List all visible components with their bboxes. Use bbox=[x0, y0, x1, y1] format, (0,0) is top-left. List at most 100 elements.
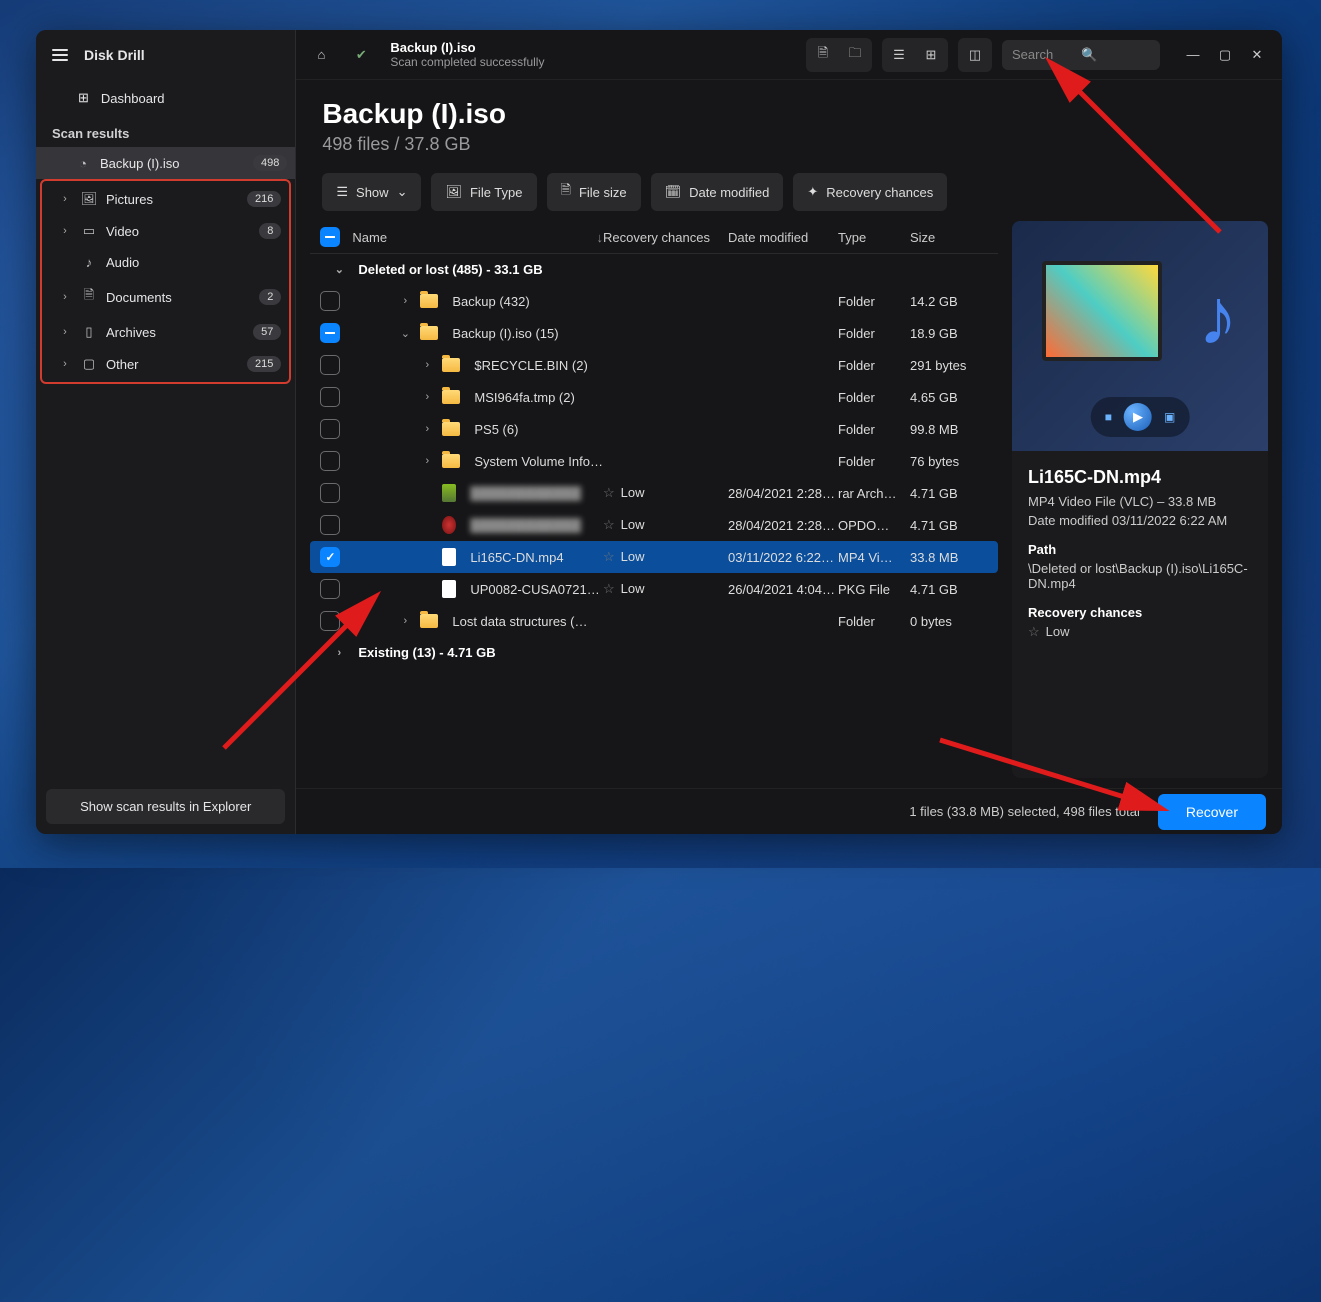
maximize-button[interactable]: ▢ bbox=[1210, 40, 1240, 70]
table-row[interactable]: › PS5 (6) Folder 99.8 MB bbox=[310, 413, 998, 445]
music-note-icon: ♪ bbox=[1198, 271, 1238, 363]
play-button[interactable]: ▶ bbox=[1124, 403, 1152, 431]
row-checkbox[interactable] bbox=[320, 291, 340, 311]
sidebar-cat-archives[interactable]: › ▯ Archives 57 bbox=[42, 316, 289, 348]
table-row[interactable]: › Lost data structures (… Folder 0 bytes bbox=[310, 605, 998, 637]
row-filename: Backup (432) bbox=[452, 294, 603, 309]
show-in-explorer-button[interactable]: Show scan results in Explorer bbox=[46, 789, 285, 824]
row-filename: MSI964fa.tmp (2) bbox=[474, 390, 603, 405]
row-chevron[interactable]: ⌄ bbox=[396, 327, 414, 340]
menu-icon[interactable] bbox=[52, 49, 68, 61]
row-checkbox[interactable] bbox=[320, 419, 340, 439]
sidebar-cat-audio[interactable]: ♪ Audio bbox=[42, 247, 289, 278]
row-type: OPDO… bbox=[838, 518, 910, 533]
cat-icon: 🖼 bbox=[80, 191, 98, 207]
grid-view-icon[interactable]: ⊞ bbox=[916, 40, 946, 70]
list-view-icon[interactable]: ☰ bbox=[884, 40, 914, 70]
file-size-filter[interactable]: 🗎File size bbox=[547, 173, 641, 211]
row-chevron[interactable]: › bbox=[418, 455, 436, 467]
row-size: 4.71 GB bbox=[910, 582, 988, 597]
row-size: 4.65 GB bbox=[910, 390, 988, 405]
table-row[interactable]: UP0082-CUSA0721… ☆Low 26/04/2021 4:04… P… bbox=[310, 573, 998, 605]
row-chevron[interactable]: › bbox=[418, 423, 436, 435]
row-checkbox[interactable] bbox=[320, 323, 340, 343]
date-modified-filter[interactable]: 🗓Date modified bbox=[651, 173, 784, 211]
row-chevron[interactable]: › bbox=[418, 391, 436, 403]
sidebar-cat-other[interactable]: › ▢ Other 215 bbox=[42, 348, 289, 380]
sidebar-root-backup[interactable]: ◔ Backup (I).iso 498 bbox=[36, 147, 295, 179]
table-row[interactable]: › Backup (432) Folder 14.2 GB bbox=[310, 285, 998, 317]
row-chevron[interactable]: › bbox=[418, 359, 436, 371]
column-type[interactable]: Type bbox=[838, 230, 910, 245]
folder-icon bbox=[442, 390, 460, 404]
cat-count: 2 bbox=[259, 289, 281, 305]
sidebar-item-dashboard[interactable]: ⊞ Dashboard bbox=[36, 80, 295, 116]
group-deleted[interactable]: ⌄ Deleted or lost (485) - 33.1 GB bbox=[310, 254, 998, 285]
cat-icon: ▯ bbox=[80, 324, 98, 340]
table-row[interactable]: › $RECYCLE.BIN (2) Folder 291 bytes bbox=[310, 349, 998, 381]
table-row[interactable]: ⌄ Backup (I).iso (15) Folder 18.9 GB bbox=[310, 317, 998, 349]
column-date[interactable]: Date modified bbox=[728, 230, 838, 245]
search-input[interactable]: Search 🔍 bbox=[1002, 40, 1160, 70]
row-checkbox[interactable] bbox=[320, 483, 340, 503]
video-file-icon bbox=[442, 548, 456, 566]
sidebar-header: Disk Drill bbox=[36, 30, 295, 80]
home-icon[interactable]: ⌂ bbox=[306, 40, 336, 70]
cat-label: Pictures bbox=[106, 192, 239, 207]
column-recovery[interactable]: Recovery chances bbox=[603, 230, 728, 245]
doc-view-icon[interactable]: 🗎 bbox=[808, 40, 838, 70]
sidebar: Disk Drill ⊞ Dashboard Scan results ◔ Ba… bbox=[36, 30, 296, 834]
fullscreen-icon[interactable]: ▣ bbox=[1164, 410, 1175, 424]
row-checkbox[interactable] bbox=[320, 611, 340, 631]
star-icon: ☆ bbox=[603, 581, 615, 596]
star-icon: ☆ bbox=[603, 549, 615, 564]
main-area: ⌂ ✔ Backup (I).iso Scan completed succes… bbox=[296, 30, 1282, 834]
file-type-filter[interactable]: 🖼File Type bbox=[431, 173, 536, 211]
row-size: 18.9 GB bbox=[910, 326, 988, 341]
table-row[interactable]: ████████████ ☆Low 28/04/2021 2:28… rar A… bbox=[310, 477, 998, 509]
sidebar-cat-video[interactable]: › ▭ Video 8 bbox=[42, 215, 289, 247]
group-existing[interactable]: › Existing (13) - 4.71 GB bbox=[310, 637, 998, 668]
table-row[interactable]: ████████████ ☆Low 28/04/2021 2:28… OPDO…… bbox=[310, 509, 998, 541]
cat-icon: 🗎 bbox=[80, 286, 98, 308]
folder-view-icon[interactable]: 🗀 bbox=[840, 40, 870, 70]
row-checkbox[interactable] bbox=[320, 547, 340, 567]
row-chevron[interactable]: › bbox=[396, 615, 414, 627]
cat-label: Video bbox=[106, 224, 251, 239]
column-name[interactable]: Name↓ bbox=[340, 230, 603, 245]
filter-icon: ☰ bbox=[336, 184, 348, 200]
row-checkbox[interactable] bbox=[320, 451, 340, 471]
view-group-2: ☰ ⊞ bbox=[882, 38, 948, 72]
row-type: Folder bbox=[838, 326, 910, 341]
row-checkbox[interactable] bbox=[320, 355, 340, 375]
recovery-label: Recovery chances bbox=[1028, 605, 1252, 620]
scan-complete-icon: ✔ bbox=[346, 40, 376, 70]
row-checkbox[interactable] bbox=[320, 515, 340, 535]
folder-icon bbox=[420, 326, 438, 340]
row-size: 76 bytes bbox=[910, 454, 988, 469]
sidebar-cat-documents[interactable]: › 🗎 Documents 2 bbox=[42, 278, 289, 316]
row-checkbox[interactable] bbox=[320, 579, 340, 599]
cat-icon: ▭ bbox=[80, 223, 98, 239]
row-type: Folder bbox=[838, 358, 910, 373]
table-row[interactable]: › MSI964fa.tmp (2) Folder 4.65 GB bbox=[310, 381, 998, 413]
row-filename: Lost data structures (… bbox=[452, 614, 603, 629]
column-size[interactable]: Size bbox=[910, 230, 988, 245]
recover-button[interactable]: Recover bbox=[1158, 794, 1266, 830]
minimize-button[interactable]: — bbox=[1178, 40, 1208, 70]
show-filter[interactable]: ☰Show⌄ bbox=[322, 173, 421, 211]
preview-pane-icon[interactable]: ◫ bbox=[960, 40, 990, 70]
row-checkbox[interactable] bbox=[320, 387, 340, 407]
recovery-chances-filter[interactable]: ✦Recovery chances bbox=[793, 173, 947, 211]
table-row[interactable]: › System Volume Info… Folder 76 bytes bbox=[310, 445, 998, 477]
row-type: Folder bbox=[838, 422, 910, 437]
folder-icon bbox=[420, 294, 438, 308]
sidebar-cat-pictures[interactable]: › 🖼 Pictures 216 bbox=[42, 183, 289, 215]
select-all-checkbox[interactable] bbox=[320, 227, 340, 247]
row-name-cell: UP0082-CUSA0721… bbox=[340, 580, 603, 598]
row-size: 99.8 MB bbox=[910, 422, 988, 437]
stop-icon[interactable]: ■ bbox=[1105, 410, 1112, 424]
close-button[interactable]: ✕ bbox=[1242, 40, 1272, 70]
row-chevron[interactable]: › bbox=[396, 295, 414, 307]
table-row[interactable]: Li165C-DN.mp4 ☆Low 03/11/2022 6:22… MP4 … bbox=[310, 541, 998, 573]
